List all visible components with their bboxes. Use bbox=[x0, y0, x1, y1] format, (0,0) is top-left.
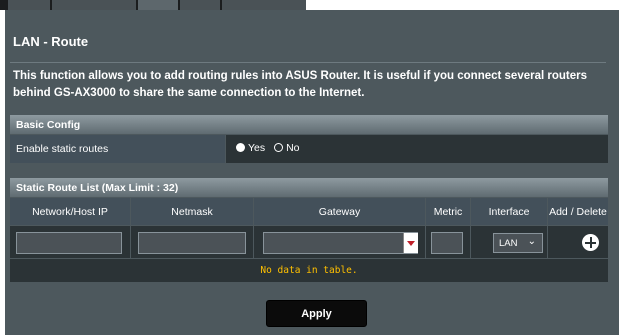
chevron-down-icon: ⌄ bbox=[527, 236, 536, 247]
enable-static-routes-row: Enable static routes Yes No bbox=[10, 135, 608, 163]
column-gateway: Gateway bbox=[254, 198, 425, 225]
radio-no[interactable]: No bbox=[274, 142, 300, 154]
top-tab-5[interactable] bbox=[222, 0, 306, 10]
page-description: This function allows you to add routing … bbox=[13, 70, 588, 99]
column-netmask: Netmask bbox=[131, 198, 253, 225]
radio-yes[interactable]: Yes bbox=[236, 142, 265, 154]
radio-selected-icon bbox=[236, 143, 245, 152]
interface-cell: LAN ⌄ bbox=[471, 226, 547, 258]
top-tab-2[interactable] bbox=[52, 0, 136, 10]
static-route-list-header: Static Route List (Max Limit : 32) bbox=[10, 178, 608, 197]
network-host-ip-input[interactable] bbox=[16, 232, 122, 254]
plus-circle-icon[interactable] bbox=[582, 234, 599, 251]
enable-static-routes-options: Yes No bbox=[226, 135, 608, 163]
gateway-input[interactable] bbox=[263, 232, 418, 254]
radio-unselected-icon bbox=[274, 143, 284, 152]
metric-input[interactable] bbox=[431, 232, 463, 254]
top-tab-3[interactable] bbox=[138, 0, 178, 10]
metric-cell bbox=[426, 226, 470, 258]
empty-table-message: No data in table. bbox=[10, 259, 608, 282]
gateway-cell bbox=[254, 226, 425, 258]
interface-select-value: LAN bbox=[499, 238, 518, 249]
top-tab-strip bbox=[0, 0, 627, 10]
page-title: LAN - Route bbox=[13, 34, 89, 49]
column-metric: Metric bbox=[426, 198, 470, 225]
column-interface: Interface bbox=[471, 198, 547, 225]
top-tab-1[interactable] bbox=[8, 0, 50, 10]
netmask-input[interactable] bbox=[138, 232, 246, 254]
interface-select[interactable]: LAN ⌄ bbox=[493, 233, 543, 253]
netmask-cell bbox=[131, 226, 253, 258]
enable-static-routes-label: Enable static routes bbox=[10, 135, 225, 163]
content-panel: LAN - Route This function allows you to … bbox=[5, 10, 619, 335]
title-divider bbox=[10, 62, 606, 63]
top-tab-4[interactable] bbox=[180, 0, 220, 10]
column-network-host-ip: Network/Host IP bbox=[10, 198, 130, 225]
column-add-delete: Add / Delete bbox=[548, 198, 608, 225]
add-delete-cell bbox=[548, 226, 608, 258]
right-margin bbox=[619, 10, 627, 335]
radio-no-label: No bbox=[286, 142, 300, 154]
radio-yes-label: Yes bbox=[248, 142, 266, 154]
apply-button[interactable]: Apply bbox=[266, 300, 367, 327]
tab-strip-gap bbox=[306, 0, 627, 10]
chevron-down-icon[interactable] bbox=[403, 233, 418, 253]
network-ip-cell bbox=[10, 226, 130, 258]
basic-config-header: Basic Config bbox=[10, 115, 608, 134]
